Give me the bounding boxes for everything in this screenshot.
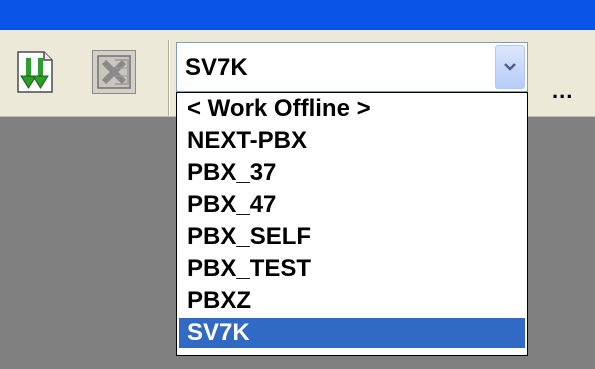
more-button[interactable]: ... (552, 80, 573, 102)
dropdown-option-next-pbx[interactable]: NEXT-PBX (179, 126, 525, 156)
dropdown-option-work-offline[interactable]: < Work Offline > (179, 94, 525, 124)
combo-dropdown-button[interactable] (495, 45, 525, 89)
export-excel-button[interactable] (92, 50, 136, 94)
dropdown-option-sv7k[interactable]: SV7K (179, 318, 525, 348)
dropdown-option-pbxz[interactable]: PBXZ (179, 286, 525, 316)
pbx-dropdown-list[interactable]: < Work Offline > NEXT-PBX PBX_37 PBX_47 … (176, 92, 528, 356)
sort-icon (17, 51, 53, 93)
dropdown-option-pbx-47[interactable]: PBX_47 (179, 190, 525, 220)
dropdown-option-pbx-37[interactable]: PBX_37 (179, 158, 525, 188)
toolbar-separator (168, 40, 170, 116)
pbx-combo-value: SV7K (185, 54, 248, 81)
window-titlebar (0, 0, 595, 30)
sort-button[interactable] (14, 50, 58, 94)
pbx-combo-box[interactable]: SV7K (176, 42, 528, 92)
chevron-down-icon (504, 63, 516, 71)
excel-icon (97, 55, 131, 89)
dropdown-option-pbx-test[interactable]: PBX_TEST (179, 254, 525, 284)
dropdown-option-pbx-self[interactable]: PBX_SELF (179, 222, 525, 252)
